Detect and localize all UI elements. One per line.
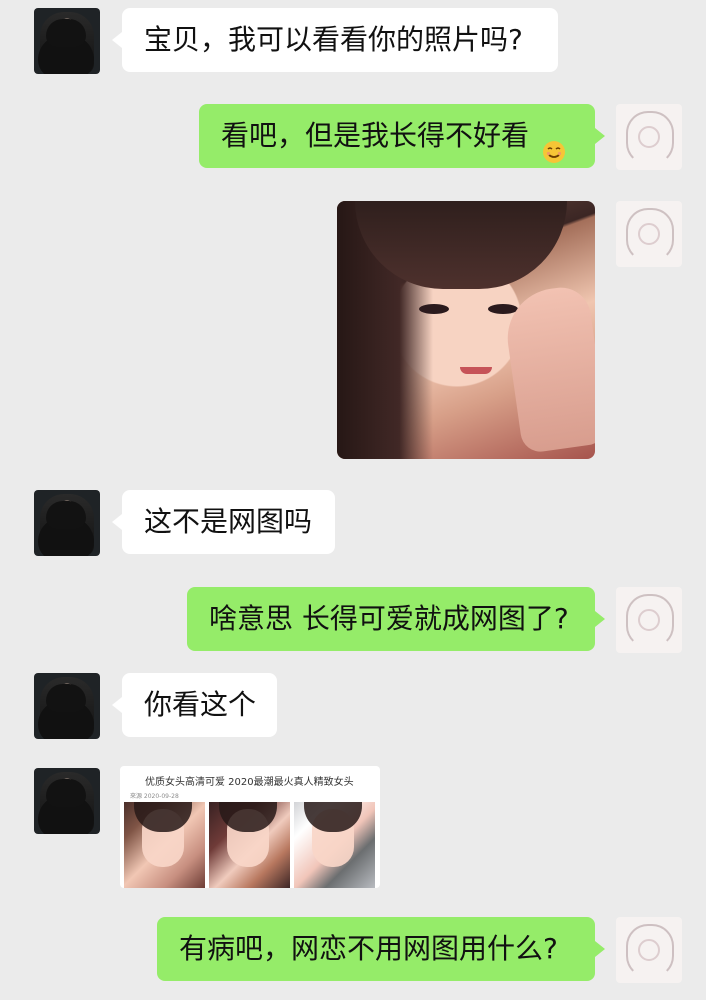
message-text: 看吧，但是我长得不好看 (221, 119, 530, 152)
message-text: 宝贝，我可以看看你的照片吗? (144, 23, 523, 56)
incoming-message-bubble[interactable]: 这不是网图吗 (112, 490, 335, 554)
drawn-girl-avatar-icon[interactable] (616, 587, 682, 653)
drawn-girl-avatar-icon[interactable] (616, 201, 682, 267)
contact-avatar[interactable] (34, 673, 100, 739)
drawn-girl-avatar-icon[interactable] (616, 104, 682, 170)
photo-right-eye (488, 304, 518, 314)
contact-avatar[interactable] (34, 768, 100, 834)
thumbnail-image[interactable] (124, 802, 205, 888)
photo-left-eye (419, 304, 449, 314)
blushing-face-icon (542, 123, 566, 163)
outgoing-message-bubble[interactable]: 看吧，但是我长得不好看 (199, 104, 605, 168)
message-text: 有病吧，网恋不用网图用什么? (179, 932, 558, 965)
thumbnail-image[interactable] (209, 802, 290, 888)
drawn-girl-avatar-icon[interactable] (616, 917, 682, 983)
thumbnail-image[interactable] (294, 802, 375, 888)
message-text: 这不是网图吗 (144, 505, 313, 538)
photo-mouth (460, 367, 492, 374)
message-text: 啥意思 长得可爱就成网图了? (209, 602, 569, 635)
shared-image-card[interactable]: 优质女头高清可爱 2020最潮最火真人精致女头 來源 2020-09-28 (120, 766, 380, 888)
outgoing-message-bubble[interactable]: 有病吧，网恋不用网图用什么? (157, 917, 605, 981)
outgoing-message-bubble[interactable]: 啥意思 长得可爱就成网图了? (187, 587, 605, 651)
chat-screen: 宝贝，我可以看看你的照片吗? 看吧，但是我长得不好看 这不是网图吗 啥意思 长得… (0, 0, 706, 1000)
message-text: 你看这个 (144, 688, 257, 721)
incoming-message-bubble[interactable]: 宝贝，我可以看看你的照片吗? (112, 8, 558, 72)
shared-photo[interactable] (337, 201, 595, 459)
contact-avatar[interactable] (34, 490, 100, 556)
image-card-title: 优质女头高清可爱 2020最潮最火真人精致女头 (145, 777, 354, 788)
contact-avatar[interactable] (34, 8, 100, 74)
image-card-meta: 來源 2020-09-28 (130, 793, 179, 800)
incoming-message-bubble[interactable]: 你看这个 (112, 673, 277, 737)
